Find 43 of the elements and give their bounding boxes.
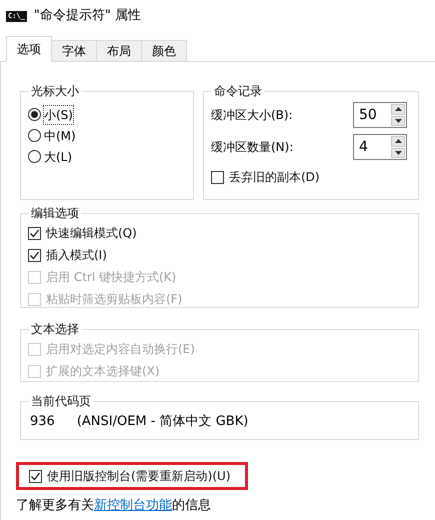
down-arrow-icon [394,118,402,123]
checkmark-icon [29,250,40,260]
checkbox[interactable] [28,226,41,240]
spin-up-button[interactable] [391,104,405,114]
code-page-name: (ANSI/OEM - 简体中文 GBK) [76,413,248,431]
checkbox-option[interactable]: 快速编辑模式(Q) [28,222,137,244]
radio-button[interactable] [28,129,41,142]
number-spinner[interactable]: 4 [353,134,407,160]
checkbox[interactable] [28,248,41,262]
down-arrow-icon [394,150,402,155]
checkbox-option[interactable]: 丢弃旧的副本(D) [211,166,320,188]
radio-option[interactable]: 中(M) [28,125,76,146]
group-title: 命令记录 [213,83,263,100]
radio-option[interactable]: 大(L) [28,146,72,167]
checkbox-option[interactable]: 插入模式(I) [28,244,107,266]
spin-down-button[interactable] [391,148,405,158]
checkmark-icon [30,470,41,482]
group-title: 文本选择 [30,321,80,338]
radio-button[interactable] [28,108,41,121]
window-title: "命令提示符" 属性 [34,7,141,26]
info-text: 了解更多有关新控制台功能的信息 [16,497,212,515]
field-label: 缓冲区数量(N): [211,139,294,156]
field-label: 缓冲区大小(B): [211,107,293,124]
up-arrow-icon [394,107,402,112]
number-spinner[interactable]: 50 [353,102,407,128]
up-arrow-icon [394,139,402,144]
code-page-number: 936 [30,413,55,431]
checkbox-option[interactable]: 使用旧版控制台(需要重新启动)(U) [29,465,231,487]
spin-down-button[interactable] [391,116,405,126]
radio-button[interactable] [28,150,41,163]
group-title: 编辑选项 [30,205,80,222]
new-console-link[interactable]: 新控制台功能 [94,498,172,513]
radio-option[interactable]: 小(S) [28,104,73,125]
tab[interactable]: 字体 [51,40,97,62]
checkmark-icon [29,228,40,238]
checkbox[interactable] [211,170,224,184]
tab[interactable]: 选项 [6,36,52,62]
tab[interactable]: 布局 [96,40,142,62]
checkbox[interactable] [29,470,42,482]
group-title: 当前代码页 [30,393,92,410]
tab[interactable]: 颜色 [141,40,187,62]
spin-up-button[interactable] [391,136,405,146]
group-title: 光标大小 [30,83,80,100]
